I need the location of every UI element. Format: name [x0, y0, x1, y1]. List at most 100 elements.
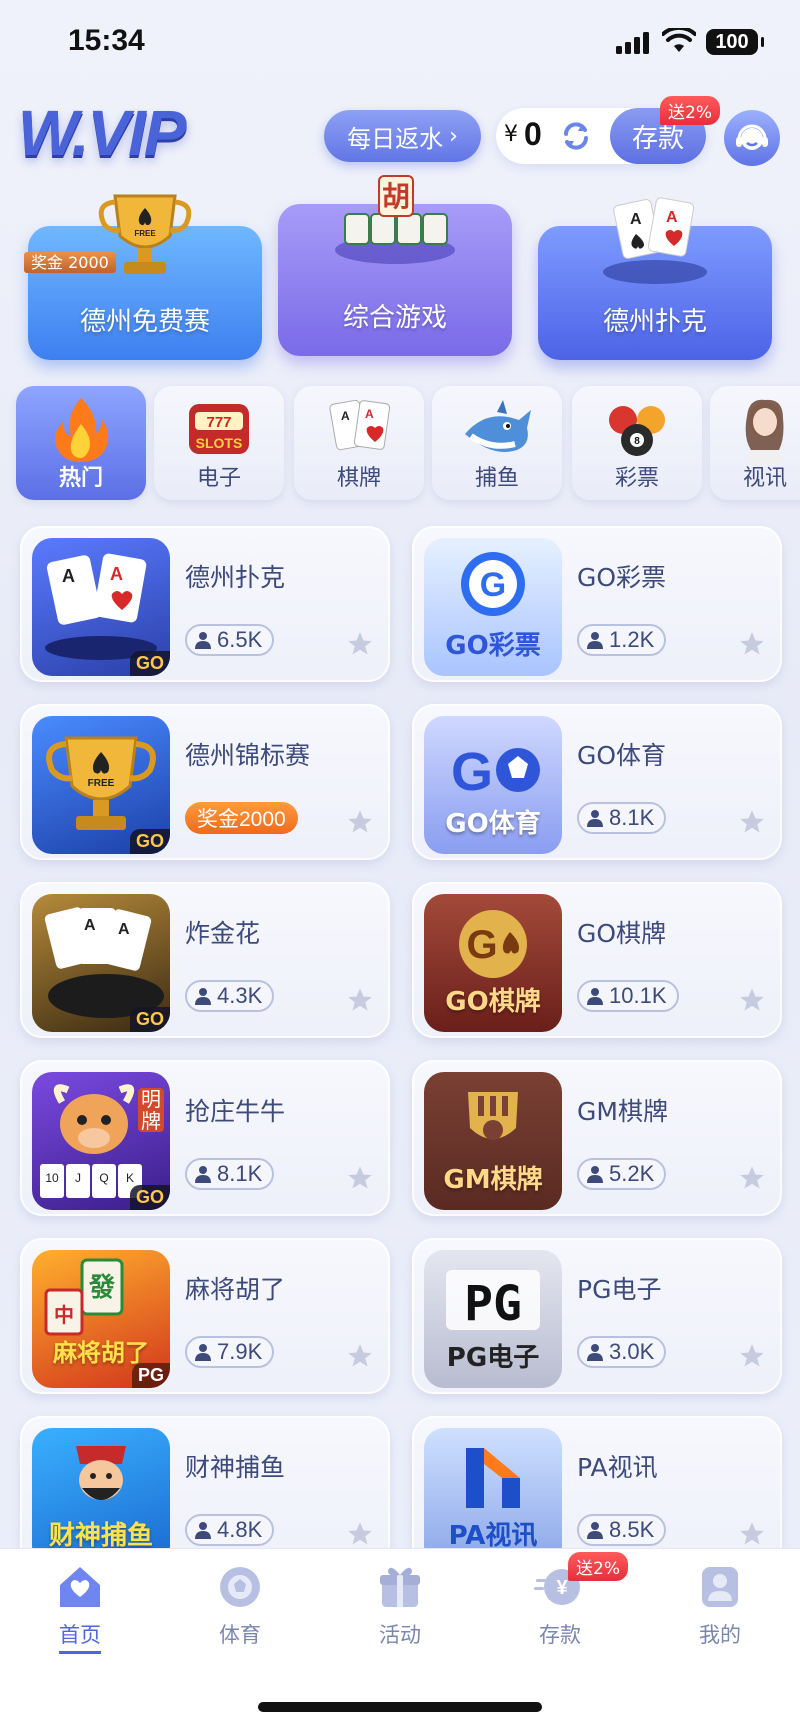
featured-label: 德州免费赛 — [79, 307, 210, 337]
nav-label: 活动 — [379, 1623, 421, 1647]
game-name: GM棋牌 — [577, 1097, 668, 1126]
player-count: 4.8K — [185, 1514, 275, 1546]
favorite-star-icon[interactable] — [738, 986, 766, 1014]
player-count-value: 8.1K — [609, 805, 655, 830]
daily-rebate-label: 每日返水 — [347, 124, 444, 153]
status-time: 15:34 — [68, 24, 145, 57]
player-count-value: 3.0K — [609, 1339, 655, 1364]
nav-item-profile[interactable]: 我的 — [660, 1561, 780, 1649]
poker-cards-icon: A A — [603, 197, 707, 284]
svg-text:777: 777 — [206, 414, 231, 431]
featured-all-games[interactable]: 胡 综合游戏 — [278, 175, 512, 356]
svg-text:A: A — [62, 566, 75, 586]
game-name: 德州锦标赛 — [185, 741, 311, 770]
featured-texas-holdem[interactable]: A A 德州扑克 — [538, 197, 772, 360]
category-label: 视讯 — [742, 466, 787, 491]
thumb-title: GM棋牌 — [443, 1165, 543, 1195]
favorite-star-icon[interactable] — [346, 986, 374, 1014]
thumb-title: PG电子 — [446, 1343, 540, 1373]
player-count-value: 1.2K — [609, 627, 655, 652]
go-card-logo-icon: G — [459, 910, 527, 978]
nav-deposit-promo-badge: 送2% — [568, 1552, 628, 1581]
game-card[interactable]: G GO彩票 GO彩票 1.2K — [412, 526, 782, 682]
player-count: 6.5K — [185, 624, 275, 656]
refresh-icon[interactable] — [558, 118, 594, 154]
user-icon — [587, 988, 603, 1005]
game-thumbnail: G GO棋牌 — [424, 894, 562, 1032]
category-tab-hot[interactable]: 热门 — [16, 386, 146, 500]
category-label: 捕鱼 — [474, 466, 519, 491]
game-card[interactable]: PG PG电子 PG电子 3.0K — [412, 1238, 782, 1394]
battery-level: 100 — [715, 30, 749, 53]
slots-icon: 777 SLOTS — [189, 404, 249, 454]
currency-symbol: ¥ — [504, 122, 518, 147]
game-name: 德州扑克 — [185, 563, 286, 592]
favorite-star-icon[interactable] — [738, 1342, 766, 1370]
category-tab-fishing[interactable]: 捕鱼 — [432, 386, 562, 500]
player-count: 1.2K — [577, 624, 667, 656]
category-tab-slots[interactable]: 777 SLOTS 电子 — [154, 386, 284, 500]
user-icon — [587, 1344, 603, 1361]
lottery-balls-icon: 8 — [609, 406, 665, 456]
player-count-value: 4.3K — [217, 983, 263, 1008]
game-card[interactable]: G GO棋牌 GO棋牌 10.1K — [412, 882, 782, 1038]
user-icon — [587, 1166, 603, 1183]
svg-text:10: 10 — [45, 1171, 59, 1185]
game-card[interactable]: A A GO 炸金花 4.3K — [20, 882, 390, 1038]
fortune-god-icon — [76, 1446, 126, 1500]
favorite-star-icon[interactable] — [346, 1164, 374, 1192]
nav-label: 存款 — [539, 1623, 581, 1647]
daily-rebate-button[interactable]: 每日返水 › — [324, 110, 481, 162]
game-card[interactable]: A A GO 德州扑克 6.5K — [20, 526, 390, 682]
app-logo: W.VIP — [18, 97, 187, 169]
gm-shield-icon — [468, 1092, 518, 1140]
game-card[interactable]: 發 中 麻将胡了 PG 麻将胡了 7.9K — [20, 1238, 390, 1394]
svg-text:A: A — [365, 407, 374, 421]
player-count: 7.9K — [185, 1336, 275, 1368]
game-thumbnail: PG PG电子 — [424, 1250, 562, 1388]
nav-item-sports[interactable]: 体育 — [180, 1561, 300, 1649]
game-thumbnail: A A GO — [32, 894, 170, 1032]
favorite-star-icon[interactable] — [738, 1164, 766, 1192]
favorite-star-icon[interactable] — [738, 808, 766, 836]
category-tab-card-games[interactable]: A A 棋牌 — [294, 386, 424, 500]
headset-icon — [736, 124, 768, 150]
game-card[interactable]: G GO体育 GO体育 8.1K — [412, 704, 782, 860]
game-card[interactable]: GM棋牌 GM棋牌 5.2K — [412, 1060, 782, 1216]
chevron-right-icon: › — [449, 123, 458, 149]
go-lottery-logo-icon: G — [461, 552, 525, 616]
game-name: PG电子 — [577, 1275, 662, 1304]
thumb-title: GO彩票 — [445, 631, 541, 661]
player-count-value: 8.5K — [609, 1517, 655, 1542]
favorite-star-icon[interactable] — [738, 630, 766, 658]
player-count: 10.1K — [577, 980, 679, 1012]
category-label: 电子 — [196, 466, 241, 491]
provider-tag: GO — [129, 1185, 170, 1210]
favorite-star-icon[interactable] — [738, 1520, 766, 1548]
thumb-title: GO棋牌 — [445, 987, 541, 1017]
provider-tag: GO — [129, 829, 170, 854]
featured-label: 综合游戏 — [342, 303, 447, 333]
game-card[interactable]: 10 J Q K 明牌 GO 抢庄牛牛 8.1K — [20, 1060, 390, 1216]
svg-text:A: A — [666, 209, 678, 226]
nav-label: 我的 — [699, 1623, 741, 1647]
gift-icon — [380, 1567, 420, 1607]
featured-texas-freeroll[interactable]: FREE 奖金 2000 德州免费赛 — [24, 194, 262, 360]
game-card[interactable]: FREE GO 德州锦标赛 奖金2000 — [20, 704, 390, 860]
svg-text:A: A — [84, 917, 96, 934]
category-tab-live[interactable]: 视讯 — [710, 386, 800, 500]
game-name: 炸金花 — [185, 919, 261, 948]
nav-item-home[interactable]: 首页 — [20, 1561, 140, 1654]
favorite-star-icon[interactable] — [346, 1342, 374, 1370]
game-thumbnail: A A GO — [32, 538, 170, 676]
favorite-star-icon[interactable] — [346, 808, 374, 836]
thumb-side-label: 明牌 — [138, 1088, 164, 1132]
category-tab-lottery[interactable]: 8 彩票 — [572, 386, 702, 500]
customer-support-icon[interactable] — [724, 110, 780, 166]
favorite-star-icon[interactable] — [346, 1520, 374, 1548]
svg-text:¥: ¥ — [556, 1577, 568, 1599]
nav-item-promotions[interactable]: 活动 — [340, 1561, 460, 1649]
provider-tag: PG — [131, 1363, 170, 1388]
favorite-star-icon[interactable] — [346, 630, 374, 658]
category-label: 热门 — [58, 466, 103, 491]
